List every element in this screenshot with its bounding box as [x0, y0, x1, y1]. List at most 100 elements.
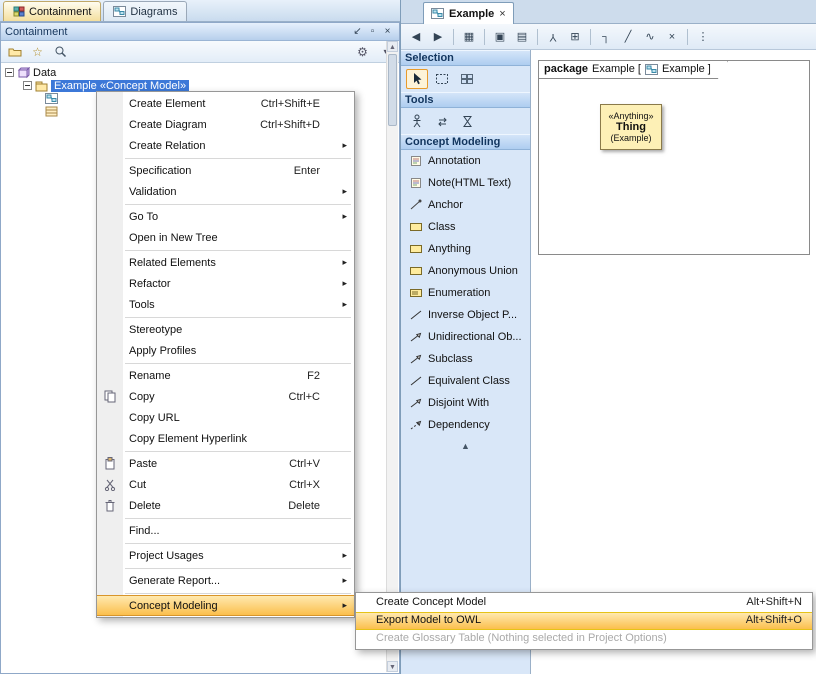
tab-diagrams[interactable]: Diagrams: [103, 1, 187, 21]
add-button[interactable]: ⊞: [565, 27, 585, 47]
paste-button[interactable]: ▤: [512, 27, 532, 47]
submenu-arrow-icon: ▸: [342, 257, 347, 268]
tree-scrollbar[interactable]: ▲ ▼: [386, 41, 398, 672]
menu-item-create-diagram[interactable]: Create DiagramCtrl+Shift+D: [97, 114, 354, 135]
palette-item-anonymous-union[interactable]: Anonymous Union: [401, 260, 530, 282]
menu-item-label: Find...: [123, 525, 160, 537]
more-button[interactable]: ⋮: [693, 27, 713, 47]
forward-button[interactable]: ▶: [428, 27, 448, 47]
palette-item-subclass[interactable]: Subclass: [401, 348, 530, 370]
scrollbar-thumb[interactable]: [388, 54, 397, 126]
oblique-path-button[interactable]: ╱: [618, 27, 638, 47]
menu-item-paste[interactable]: PasteCtrl+V: [97, 453, 354, 474]
menu-separator: [125, 543, 351, 544]
tool-button-2[interactable]: [431, 111, 453, 131]
menu-item-project-usages[interactable]: Project Usages▸: [97, 545, 354, 566]
menu-item-concept-modeling[interactable]: Concept Modeling▸: [97, 595, 354, 616]
menu-item-copy[interactable]: CopyCtrl+C: [97, 386, 354, 407]
dependency-icon: [408, 419, 423, 431]
palette-item-equivalent-class[interactable]: Equivalent Class: [401, 370, 530, 392]
menu-item-label: Paste: [123, 458, 157, 470]
menu-item-refactor[interactable]: Refactor▸: [97, 273, 354, 294]
menu-item-specification[interactable]: SpecificationEnter: [97, 160, 354, 181]
tool-button-1[interactable]: [406, 111, 428, 131]
tool-button-3[interactable]: [456, 111, 478, 131]
thing-element[interactable]: «Anything» Thing (Example): [600, 104, 662, 150]
close-tab-button[interactable]: ×: [499, 8, 505, 20]
menu-item-open-in-new-tree[interactable]: Open in New Tree: [97, 227, 354, 248]
submenu-item-export-model-to-owl[interactable]: Export Model to OWLAlt+Shift+O: [356, 612, 812, 630]
menu-item-create-relation[interactable]: Create Relation▸: [97, 135, 354, 156]
grid-tool-button[interactable]: [456, 69, 478, 89]
rectilinear-path-button[interactable]: ┐: [596, 27, 616, 47]
marquee-tool-button[interactable]: [431, 69, 453, 89]
tree-row-data[interactable]: Data: [1, 66, 399, 79]
palette-item-dependency[interactable]: Dependency: [401, 414, 530, 436]
menu-item-label: Delete: [123, 500, 161, 512]
palette-item-label: Disjoint With: [428, 397, 489, 409]
package-frame: package Example [ Example ] «Anything» T…: [538, 60, 810, 255]
collapse-icon[interactable]: [23, 81, 32, 90]
menu-item-rename[interactable]: RenameF2: [97, 365, 354, 386]
submenu-arrow-icon: ▸: [342, 600, 347, 611]
menu-separator: [125, 451, 351, 452]
tab-containment[interactable]: Containment: [3, 1, 101, 21]
scroll-down-icon[interactable]: ▼: [387, 661, 398, 672]
back-button[interactable]: ◀: [406, 27, 426, 47]
favorites-button[interactable]: ☆: [29, 43, 46, 60]
menu-item-generate-report[interactable]: Generate Report...▸: [97, 570, 354, 591]
palette-item-annotation[interactable]: Annotation: [401, 150, 530, 172]
palette-scroll-up-button[interactable]: ▲: [401, 436, 530, 451]
remove-button[interactable]: ×: [662, 27, 682, 47]
float-panel-button[interactable]: ↙: [350, 26, 365, 37]
annotation-icon: [408, 155, 423, 167]
palette-item-unidirectional-ob[interactable]: Unidirectional Ob...: [401, 326, 530, 348]
tab-example-diagram[interactable]: Example ×: [423, 2, 514, 24]
menu-item-apply-profiles[interactable]: Apply Profiles: [97, 340, 354, 361]
grid-button[interactable]: ▦: [459, 27, 479, 47]
menu-item-label: Specification: [123, 165, 191, 177]
menu-separator: [125, 250, 351, 251]
menu-separator: [125, 204, 351, 205]
palette-item-class[interactable]: Class: [401, 216, 530, 238]
anything-icon: [408, 243, 423, 255]
menu-item-validation[interactable]: Validation▸: [97, 181, 354, 202]
menu-item-label: Open in New Tree: [123, 232, 218, 244]
disjoint-with-icon: [408, 397, 423, 409]
menu-item-find[interactable]: Find...: [97, 520, 354, 541]
palette-item-anything[interactable]: Anything: [401, 238, 530, 260]
collapse-icon[interactable]: [5, 68, 14, 77]
palette-item-label: Unidirectional Ob...: [428, 331, 522, 343]
settings-gear-button[interactable]: ⚙: [354, 43, 371, 60]
dock-panel-button[interactable]: ▫: [365, 26, 380, 37]
curve-path-button[interactable]: ∿: [640, 27, 660, 47]
menu-item-label: Create Diagram: [123, 119, 207, 131]
menu-item-copy-url[interactable]: Copy URL: [97, 407, 354, 428]
cursor-tool-button[interactable]: [406, 69, 428, 89]
palette-item-note-html-text[interactable]: Note(HTML Text): [401, 172, 530, 194]
menu-item-shortcut: Delete: [288, 500, 320, 512]
menu-item-copy-element-hyperlink[interactable]: Copy Element Hyperlink: [97, 428, 354, 449]
element-qualifier: (Example): [610, 133, 651, 143]
palette-item-inverse-object-p[interactable]: Inverse Object P...: [401, 304, 530, 326]
search-button[interactable]: [52, 43, 69, 60]
menu-item-create-element[interactable]: Create ElementCtrl+Shift+E: [97, 93, 354, 114]
open-button[interactable]: [6, 43, 23, 60]
submenu-arrow-icon: ▸: [342, 299, 347, 310]
menu-item-stereotype[interactable]: Stereotype: [97, 319, 354, 340]
layout-button[interactable]: Y: [543, 27, 563, 47]
palette-item-enumeration[interactable]: Enumeration: [401, 282, 530, 304]
scroll-up-icon[interactable]: ▲: [387, 41, 398, 52]
copy-button[interactable]: ▣: [490, 27, 510, 47]
palette-item-disjoint-with[interactable]: Disjoint With: [401, 392, 530, 414]
menu-item-label: Cut: [123, 479, 146, 491]
palette-item-anchor[interactable]: Anchor: [401, 194, 530, 216]
close-panel-button[interactable]: ×: [380, 26, 395, 37]
menu-item-related-elements[interactable]: Related Elements▸: [97, 252, 354, 273]
menu-item-cut[interactable]: CutCtrl+X: [97, 474, 354, 495]
menu-item-go-to[interactable]: Go To▸: [97, 206, 354, 227]
menu-item-tools[interactable]: Tools▸: [97, 294, 354, 315]
diagram-canvas[interactable]: package Example [ Example ] «Anything» T…: [531, 50, 816, 674]
submenu-item-create-concept-model[interactable]: Create Concept ModelAlt+Shift+N: [356, 594, 812, 612]
menu-item-delete[interactable]: Delete Delete: [97, 495, 354, 516]
